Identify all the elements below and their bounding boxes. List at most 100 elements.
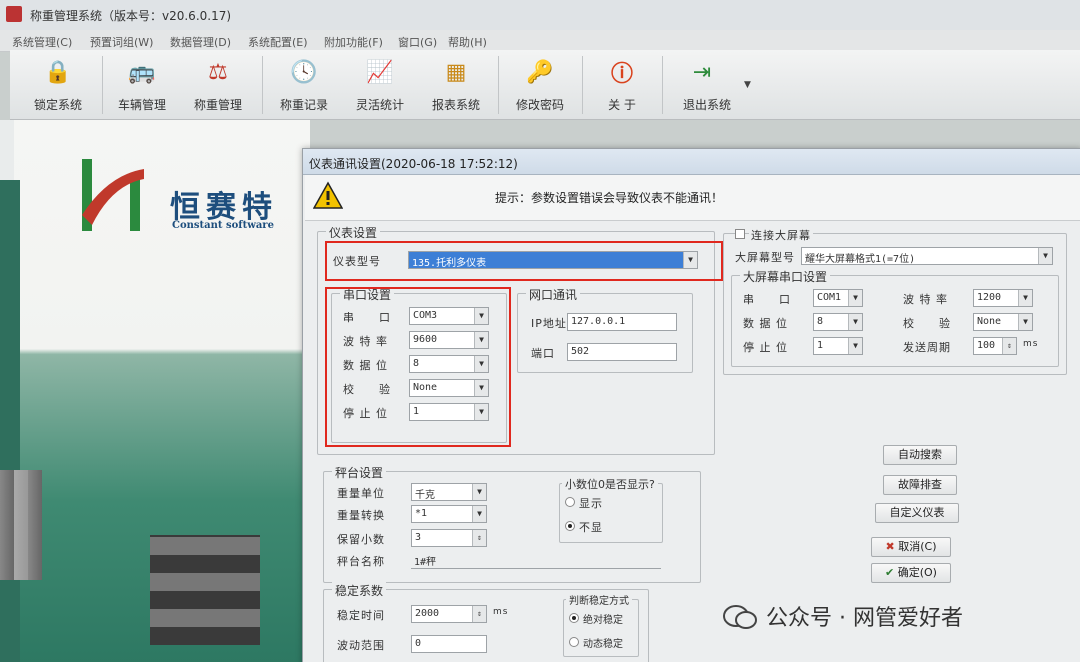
toolbar-dropdown-icon[interactable]: ▼ <box>744 80 751 90</box>
bs-baud-select[interactable]: 1200 ▼ <box>973 289 1033 307</box>
close-icon: ✖ <box>885 540 895 553</box>
stop-bits-select[interactable]: 1 ▼ <box>409 403 489 421</box>
fluctuation-input[interactable]: 0 <box>411 635 487 653</box>
chevron-down-icon: ▼ <box>848 314 862 330</box>
bs-data-select[interactable]: 8 ▼ <box>813 313 863 331</box>
absolute-stable-label: 绝对稳定 <box>583 615 623 626</box>
toolbar: 🔒 锁定系统 🚌 车辆管理 ⚖ 称重管理 🕓 称重记录 📈 灵活统计 ▦ 报表系统 🔑 修改密… <box>10 50 1080 120</box>
side-strip <box>0 120 14 180</box>
decimals-stepper[interactable]: 3 ⇕ <box>411 529 487 547</box>
baud-rate-select[interactable]: 9600 ▼ <box>409 331 489 349</box>
stable-time-unit: ms <box>493 607 509 617</box>
absolute-stable-radio[interactable] <box>569 613 579 623</box>
lock-system-button[interactable]: 🔒 锁定系统 <box>18 50 98 118</box>
bus-icon: 🚌 <box>128 59 156 85</box>
bs-stop-select[interactable]: 1 ▼ <box>813 337 863 355</box>
connect-big-screen-label: 连接大屏幕 <box>749 227 813 243</box>
weigh-manage-button[interactable]: ⚖ 称重管理 <box>178 50 258 118</box>
platform-name-input[interactable]: 1#秤 <box>411 551 661 569</box>
weigh-record-button[interactable]: 🕓 称重记录 <box>264 50 344 118</box>
lock-icon: 🔒 <box>44 59 72 85</box>
chevron-down-icon: ▼ <box>1018 314 1032 330</box>
ok-button[interactable]: ✔ 确定(O) <box>871 563 951 583</box>
blurred-qr-code <box>150 535 260 645</box>
baud-rate-label: 波 特 率 <box>343 335 388 348</box>
wechat-icon <box>723 605 757 629</box>
troubleshoot-button[interactable]: 故障排查 <box>883 475 957 495</box>
menu-item-window[interactable]: 窗口(G) <box>398 34 437 50</box>
app-icon <box>6 6 22 22</box>
serial-port-select[interactable]: COM3 ▼ <box>409 307 489 325</box>
bs-stop-label: 停 止 位 <box>743 341 788 354</box>
spin-icon: ⇕ <box>1002 338 1016 354</box>
change-password-button[interactable]: 🔑 修改密码 <box>500 50 580 118</box>
stability-title: 稳定系数 <box>332 582 387 599</box>
chevron-down-icon: ▼ <box>1038 248 1052 264</box>
serial-port-label: 串 口 <box>343 311 391 324</box>
ip-address-label: IP地址 <box>531 317 567 330</box>
dynamic-stable-radio[interactable] <box>569 637 579 647</box>
clock-icon: 🕓 <box>290 59 318 85</box>
show-zero-label: 显示 <box>579 497 603 510</box>
chevron-down-icon: ▼ <box>472 506 486 522</box>
chevron-down-icon: ▼ <box>474 356 488 372</box>
exit-system-button[interactable]: ⇥ 退出系统 <box>662 50 752 118</box>
chevron-down-icon: ▼ <box>848 290 862 306</box>
vehicle-manage-button[interactable]: 🚌 车辆管理 <box>102 50 182 118</box>
hide-zero-radio[interactable] <box>565 521 575 531</box>
warning-text: 提示：参数设置错误会导致仪表不能通讯！ <box>495 191 724 205</box>
big-screen-model-select[interactable]: 耀华大屏幕格式1(=7位) ▼ <box>801 247 1053 265</box>
menu-item-data[interactable]: 数据管理(D) <box>170 34 231 50</box>
bs-period-label: 发送周期 <box>903 341 951 354</box>
exit-icon: ⇥ <box>692 59 712 85</box>
weight-unit-select[interactable]: 千克 ▼ <box>411 483 487 501</box>
stable-time-stepper[interactable]: 2000 ⇕ <box>411 605 487 623</box>
menu-item-help[interactable]: 帮助(H) <box>448 34 487 50</box>
data-bits-label: 数 据 位 <box>343 359 388 372</box>
chevron-down-icon: ▼ <box>474 308 488 324</box>
bs-parity-select[interactable]: None ▼ <box>973 313 1033 331</box>
bs-period-stepper[interactable]: 100 ⇕ <box>973 337 1017 355</box>
stable-time-label: 稳定时间 <box>337 609 385 622</box>
zero-display-title: 小数位0是否显示? <box>562 476 658 492</box>
flex-stats-button[interactable]: 📈 灵活统计 <box>340 50 420 118</box>
report-icon: ▦ <box>445 59 467 85</box>
weight-conv-select[interactable]: *1 ▼ <box>411 505 487 523</box>
instrument-comm-dialog: 仪表通讯设置(2020-06-18 17:52:12) 提示：参数设置错误会导致… <box>302 148 1080 662</box>
report-system-button[interactable]: ▦ 报表系统 <box>416 50 496 118</box>
ip-address-input[interactable]: 127.0.0.1 <box>567 313 677 331</box>
custom-instrument-button[interactable]: 自定义仪表 <box>875 503 959 523</box>
bs-period-unit: ms <box>1023 339 1039 349</box>
highlight-box-model <box>325 241 723 281</box>
big-screen-model-label: 大屏幕型号 <box>735 251 795 264</box>
blurred-region <box>0 470 42 580</box>
menu-item-system[interactable]: 系统管理(C) <box>12 34 72 50</box>
spin-icon: ⇕ <box>472 530 486 546</box>
chevron-down-icon: ▼ <box>848 338 862 354</box>
key-icon: 🔑 <box>526 59 554 85</box>
network-settings-group: 网口通讯 <box>517 286 693 373</box>
weight-unit-label: 重量单位 <box>337 487 385 500</box>
parity-select[interactable]: None ▼ <box>409 379 489 397</box>
menu-item-phrases[interactable]: 预置词组(W) <box>90 34 153 50</box>
menu-item-config[interactable]: 系统配置(E) <box>248 34 308 50</box>
check-icon: ✔ <box>885 566 895 579</box>
cancel-button[interactable]: ✖ 取消(C) <box>871 537 951 557</box>
data-bits-select[interactable]: 8 ▼ <box>409 355 489 373</box>
bs-port-select[interactable]: COM1 ▼ <box>813 289 863 307</box>
auto-search-button[interactable]: 自动搜索 <box>883 445 957 465</box>
hide-zero-label: 不显 <box>579 521 603 534</box>
bs-port-label: 串 口 <box>743 293 791 306</box>
fluctuation-label: 波动范围 <box>337 639 385 652</box>
menu-item-extra[interactable]: 附加功能(F) <box>324 34 383 50</box>
decimals-label: 保留小数 <box>337 533 385 546</box>
network-settings-title: 网口通讯 <box>526 286 581 303</box>
connect-big-screen-checkbox[interactable] <box>735 229 745 239</box>
warning-icon <box>313 181 343 209</box>
port-input[interactable]: 502 <box>567 343 677 361</box>
about-button[interactable]: ⓘ 关 于 <box>582 50 662 118</box>
logo-english-name: Constant software <box>172 220 274 231</box>
instrument-settings-title: 仪表设置 <box>326 224 381 241</box>
bs-baud-label: 波 特 率 <box>903 293 948 306</box>
show-zero-radio[interactable] <box>565 497 575 507</box>
